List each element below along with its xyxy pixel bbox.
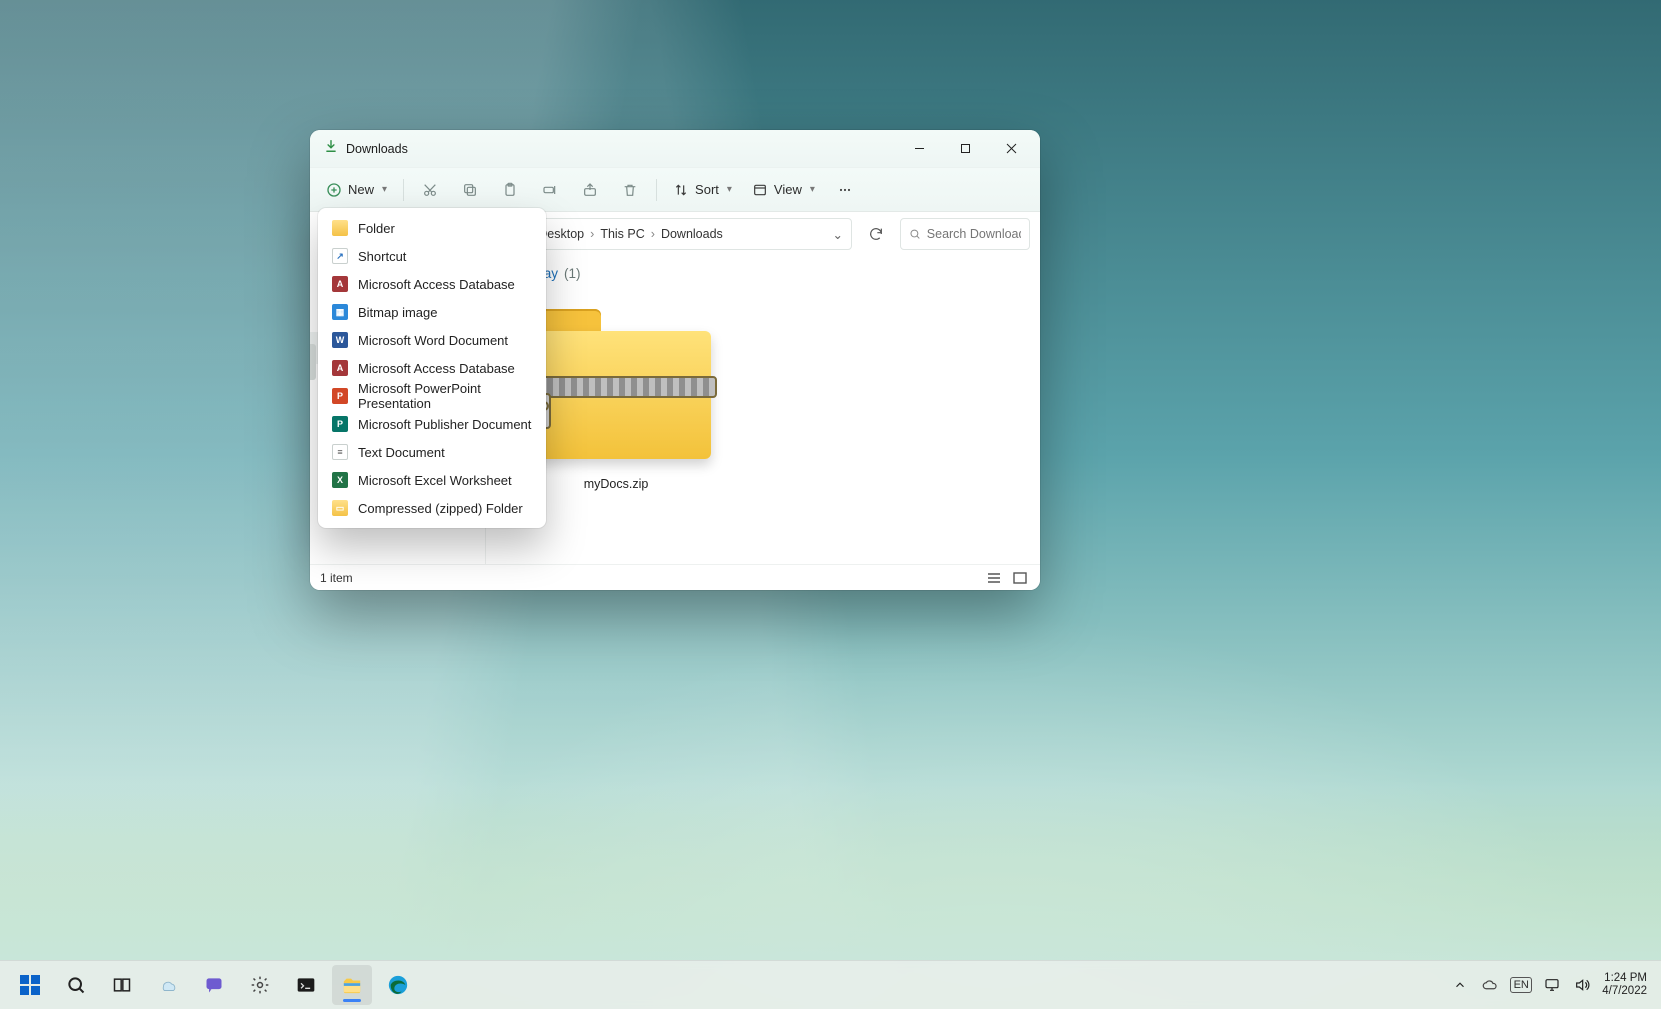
downloads-icon (324, 139, 338, 158)
menu-item-text[interactable]: ≡Text Document (318, 438, 546, 466)
status-count: 1 item (320, 571, 353, 585)
english-ime-icon[interactable]: EN (1510, 977, 1532, 993)
new-menu: Folder ↗Shortcut AMicrosoft Access Datab… (318, 208, 546, 528)
large-icons-view-button[interactable] (1010, 569, 1030, 587)
volume-icon[interactable] (1572, 975, 1592, 995)
zip-folder-icon (521, 299, 711, 469)
start-button[interactable] (10, 965, 50, 1005)
chevron-down-icon[interactable]: ⌄ (833, 227, 843, 242)
menu-item-excel[interactable]: XMicrosoft Excel Worksheet (318, 466, 546, 494)
file-explorer-button[interactable] (332, 965, 372, 1005)
desktop-wallpaper: Downloads New ▾ Sort (0, 0, 1661, 1009)
copy-button[interactable] (452, 174, 488, 206)
menu-item-word[interactable]: WMicrosoft Word Document (318, 326, 546, 354)
chevron-down-icon: ▾ (382, 184, 387, 195)
clock-time: 1:24 PM (1602, 972, 1647, 985)
menu-item-zip[interactable]: ▭Compressed (zipped) Folder (318, 494, 546, 522)
tray-overflow-button[interactable] (1450, 975, 1470, 995)
menu-item-access-2[interactable]: AMicrosoft Access Database (318, 354, 546, 382)
new-button[interactable]: New ▾ (318, 174, 395, 206)
status-bar: 1 item (310, 564, 1040, 590)
separator (656, 179, 657, 201)
maximize-button[interactable] (942, 133, 988, 165)
onedrive-icon[interactable] (1480, 975, 1500, 995)
search-box[interactable] (900, 218, 1030, 250)
close-button[interactable] (988, 133, 1034, 165)
new-label: New (348, 182, 374, 197)
command-bar: New ▾ Sort ▾ View ▾ (310, 168, 1040, 212)
settings-button[interactable] (240, 965, 280, 1005)
sort-button[interactable]: Sort ▾ (665, 174, 740, 206)
content-area[interactable]: Today (1) myDocs.zip (486, 256, 1040, 564)
terminal-button[interactable] (286, 965, 326, 1005)
clock[interactable]: 1:24 PM 4/7/2022 (1602, 972, 1651, 998)
share-button[interactable] (572, 174, 608, 206)
minimize-button[interactable] (896, 133, 942, 165)
file-grid: myDocs.zip (502, 291, 1024, 499)
view-button[interactable]: View ▾ (744, 174, 823, 206)
network-icon[interactable] (1542, 975, 1562, 995)
clock-date: 4/7/2022 (1602, 985, 1647, 998)
chevron-down-icon: ▾ (810, 184, 815, 195)
sidebar-resize-handle[interactable] (310, 344, 316, 380)
group-count: (1) (564, 266, 581, 281)
paste-button[interactable] (492, 174, 528, 206)
menu-item-folder[interactable]: Folder (318, 214, 546, 242)
view-label: View (774, 182, 802, 197)
breadcrumb-thispc[interactable]: This PC (596, 219, 648, 249)
explorer-window: Downloads New ▾ Sort (310, 130, 1040, 590)
group-header-today[interactable]: Today (1) (502, 266, 1024, 281)
breadcrumb-sep: › (588, 227, 596, 241)
delete-button[interactable] (612, 174, 648, 206)
menu-item-shortcut[interactable]: ↗Shortcut (318, 242, 546, 270)
sort-label: Sort (695, 182, 719, 197)
breadcrumb-downloads[interactable]: Downloads (657, 219, 727, 249)
separator (403, 179, 404, 201)
rename-button[interactable] (532, 174, 568, 206)
search-button[interactable] (56, 965, 96, 1005)
details-view-button[interactable] (984, 569, 1004, 587)
widgets-button[interactable] (148, 965, 188, 1005)
menu-item-publisher[interactable]: PMicrosoft Publisher Document (318, 410, 546, 438)
taskbar[interactable]: EN 1:24 PM 4/7/2022 (0, 960, 1661, 1009)
task-view-button[interactable] (102, 965, 142, 1005)
chat-button[interactable] (194, 965, 234, 1005)
file-name: myDocs.zip (584, 477, 649, 491)
system-tray: EN 1:24 PM 4/7/2022 (1450, 972, 1651, 998)
more-button[interactable] (827, 174, 863, 206)
titlebar[interactable]: Downloads (310, 130, 1040, 168)
menu-item-access[interactable]: AMicrosoft Access Database (318, 270, 546, 298)
window-title: Downloads (346, 142, 408, 156)
menu-item-bitmap[interactable]: ▦Bitmap image (318, 298, 546, 326)
cut-button[interactable] (412, 174, 448, 206)
breadcrumb-sep: › (649, 227, 657, 241)
refresh-button[interactable] (860, 218, 892, 250)
edge-button[interactable] (378, 965, 418, 1005)
menu-item-powerpoint[interactable]: PMicrosoft PowerPoint Presentation (318, 382, 546, 410)
chevron-down-icon: ▾ (727, 184, 732, 195)
search-input[interactable] (927, 227, 1021, 241)
